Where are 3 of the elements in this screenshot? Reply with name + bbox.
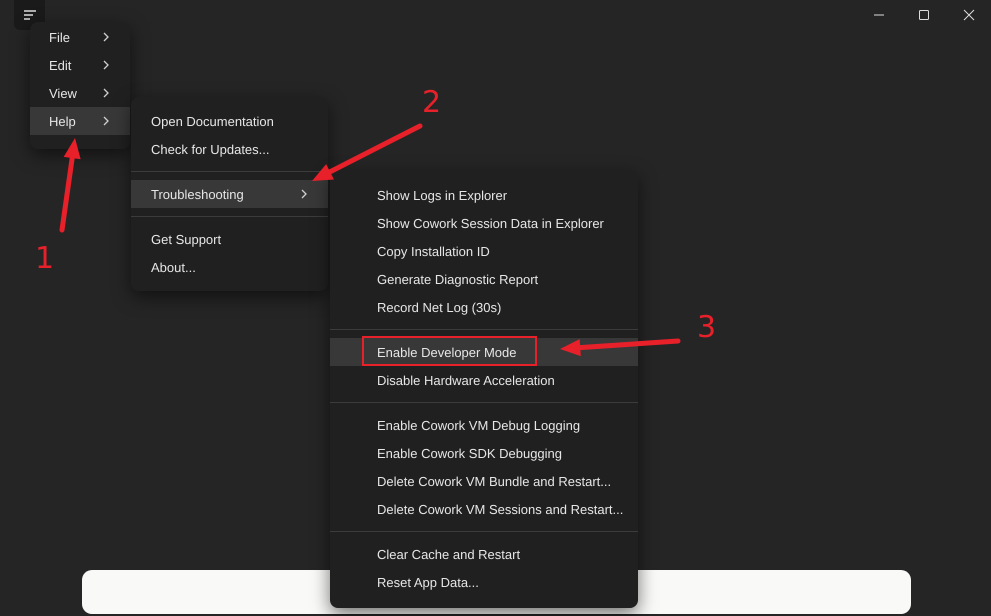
annotation-number: 1 — [35, 244, 54, 274]
annotation-number: 3 — [697, 313, 716, 343]
annotation-number: 2 — [422, 88, 442, 118]
